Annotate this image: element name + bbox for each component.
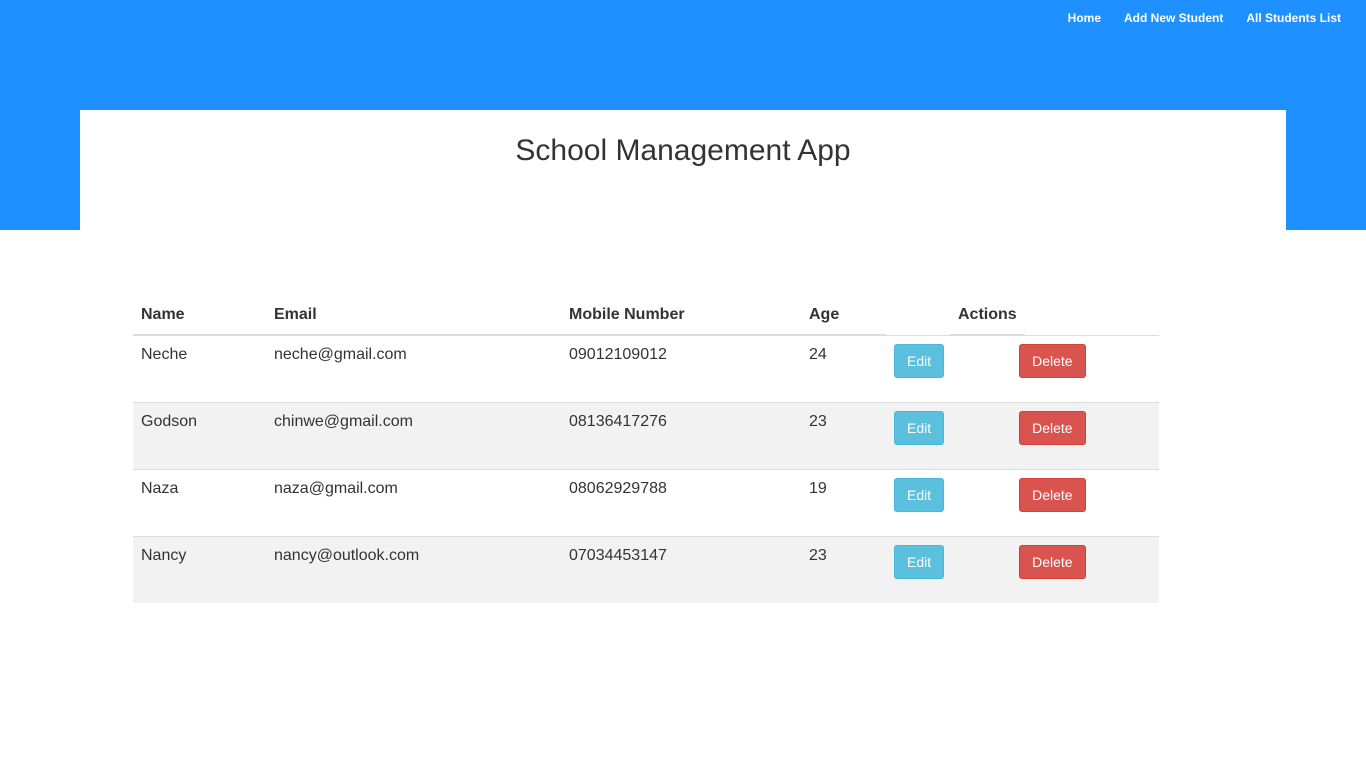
column-header-actions: Actions — [950, 306, 1025, 336]
cell-mobile: 09012109012 — [569, 346, 667, 363]
cell-name: Nancy — [133, 535, 266, 603]
edit-button[interactable]: Edit — [894, 544, 945, 579]
cell-actions: Edit Delete — [886, 401, 1159, 469]
delete-button[interactable]: Delete — [1019, 477, 1086, 512]
cell-age: 24 — [809, 346, 827, 363]
table-row: Neche neche@gmail.com 09012109012 24 Edit Del… — [133, 335, 1159, 402]
cell-email: naza@gmail.com — [266, 468, 561, 536]
delete-button[interactable]: Delete — [1019, 544, 1086, 579]
nav-all-students-list-link[interactable]: All Students List — [1246, 11, 1341, 25]
cell-name: Neche — [141, 346, 188, 363]
column-header-actions-cell: Actions — [886, 293, 1159, 336]
cell-age: 23 — [801, 401, 886, 469]
students-table-container: Name Email Mobile Number Age Actions Nec… — [133, 293, 1159, 603]
table-row: Naza naza@gmail.com 08062929788 19 Edit Delet… — [133, 468, 1159, 536]
table-row: Godson chinwe@gmail.com 08136417276 23 Edit D… — [133, 401, 1159, 469]
delete-button[interactable]: Delete — [1019, 410, 1086, 445]
delete-button[interactable]: Delete — [1019, 343, 1086, 378]
cell-email: neche@gmail.com — [274, 346, 407, 363]
students-table: Name Email Mobile Number Age Actions Nec… — [133, 293, 1159, 603]
top-nav: Home Add New Student All Students List — [1068, 11, 1341, 25]
cell-actions: Edit Delete — [886, 468, 1159, 536]
cell-actions: Edit Delete — [886, 335, 1159, 402]
nav-home-link[interactable]: Home — [1068, 11, 1101, 25]
column-header-mobile: Mobile Number — [561, 293, 801, 336]
cell-age: 23 — [801, 535, 886, 603]
cell-actions: Edit Delete — [886, 535, 1159, 603]
cell-email: chinwe@gmail.com — [266, 401, 561, 469]
column-header-name: Name — [133, 293, 266, 336]
cell-name: Naza — [133, 468, 266, 536]
cell-mobile: 08136417276 — [561, 401, 801, 469]
cell-mobile: 07034453147 — [561, 535, 801, 603]
table-header-row: Name Email Mobile Number Age Actions — [133, 293, 1159, 336]
page-title: School Management App — [515, 134, 851, 167]
edit-button[interactable]: Edit — [894, 343, 945, 378]
cell-mobile: 08062929788 — [561, 468, 801, 536]
cell-age: 19 — [801, 468, 886, 536]
column-header-email: Email — [266, 293, 561, 336]
edit-button[interactable]: Edit — [894, 477, 945, 512]
cell-name: Godson — [133, 401, 266, 469]
column-header-age: Age — [801, 293, 886, 336]
nav-add-new-student-link[interactable]: Add New Student — [1124, 11, 1223, 25]
table-row: Nancy nancy@outlook.com 07034453147 23 Edit D… — [133, 535, 1159, 603]
cell-email: nancy@outlook.com — [266, 535, 561, 603]
title-card: School Management App — [80, 110, 1286, 230]
edit-button[interactable]: Edit — [894, 410, 945, 445]
